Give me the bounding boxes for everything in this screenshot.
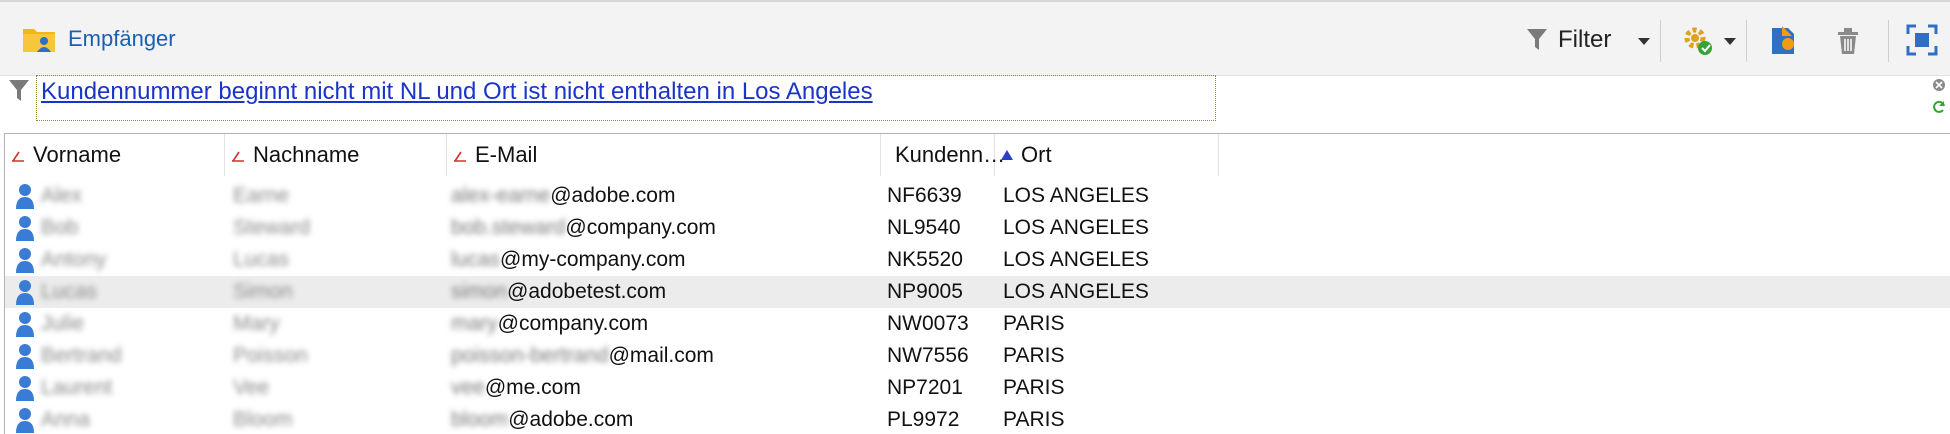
cell-first-name: Julie — [41, 312, 85, 335]
table-row[interactable]: Lucas Simon simon @adobetest.com NP9005 LOS A… — [5, 276, 1950, 308]
cell-city: PARIS — [1003, 376, 1065, 399]
column-header-first-name[interactable]: Vorname — [5, 134, 225, 176]
user-icon — [16, 408, 34, 433]
cell-email: vee @me.com — [451, 376, 581, 399]
sort-indicator-icon — [12, 151, 24, 162]
page-title: Empfänger — [68, 26, 176, 51]
cell-customer-number: NL9540 — [887, 216, 961, 239]
cell-city: PARIS — [1003, 408, 1065, 431]
cell-customer-number: NF6639 — [887, 184, 962, 207]
cell-first-name: Antony — [41, 248, 107, 271]
user-icon — [16, 248, 34, 273]
cell-email: simon @adobetest.com — [451, 280, 667, 303]
cell-email: bloom @adobe.com — [451, 408, 634, 431]
table-row[interactable]: Antony Lucas lucas @my-company.com NK5520 LOS… — [5, 244, 1950, 276]
cell-customer-number: NP7201 — [887, 376, 963, 399]
cell-last-name: Vee — [233, 376, 270, 399]
export-document-icon[interactable] — [1766, 22, 1802, 58]
toolbar-divider — [1660, 20, 1661, 62]
column-header-last-name[interactable]: Nachname — [225, 134, 447, 176]
table-row[interactable]: Bertrand Poisson poisson-bertrand @mail.com… — [5, 340, 1950, 372]
cell-city: LOS ANGELES — [1003, 248, 1149, 271]
funnel-icon — [1527, 29, 1547, 50]
cell-customer-number: NP9005 — [887, 280, 963, 303]
user-icon — [16, 344, 34, 369]
cell-first-name: Laurent — [41, 376, 113, 399]
cell-last-name: Bloom — [233, 408, 293, 431]
cell-last-name: Earne — [233, 184, 290, 207]
filter-button[interactable]: Filter — [1526, 22, 1611, 58]
cell-email: alex-earne @adobe.com — [451, 184, 676, 207]
table-row[interactable]: Anna Bloom bloom @adobe.com PL9972 PARIS — [5, 404, 1950, 434]
cell-customer-number: NK5520 — [887, 248, 963, 271]
sort-ascending-icon — [1001, 150, 1013, 160]
cell-last-name: Simon — [233, 280, 293, 303]
table-row[interactable]: Julie Mary mary @company.com NW0073 PARIS — [5, 308, 1950, 340]
cell-email: mary @company.com — [451, 312, 649, 335]
delete-icon[interactable] — [1830, 22, 1866, 58]
filter-condition-link[interactable]: Kundennummer beginnt nicht mit NL und Or… — [41, 78, 873, 105]
toolbar-divider — [1746, 20, 1747, 62]
cell-last-name: Mary — [233, 312, 280, 335]
actions-dropdown-caret-icon[interactable] — [1724, 38, 1736, 45]
refresh-icon[interactable] — [1932, 100, 1946, 114]
user-icon — [16, 216, 34, 241]
filter-dropdown-caret-icon[interactable] — [1638, 38, 1650, 45]
user-icon — [16, 184, 34, 209]
cell-customer-number: PL9972 — [887, 408, 960, 431]
column-header-email[interactable]: E-Mail — [447, 134, 881, 176]
cell-city: PARIS — [1003, 312, 1065, 335]
column-header-customer-number[interactable]: Kundenn… — [881, 134, 1005, 176]
table-row[interactable]: Alex Earne alex-earne @adobe.com NF6639 LOS A… — [5, 180, 1950, 212]
table-row[interactable]: Laurent Vee vee @me.com NP7201 PARIS — [5, 372, 1950, 404]
cell-customer-number: NW7556 — [887, 344, 969, 367]
cell-last-name: Steward — [233, 216, 311, 239]
toolbar: Empfänger Filter — [0, 0, 1950, 76]
active-filter-icon — [9, 80, 29, 101]
user-icon — [16, 312, 34, 337]
cell-first-name: Bertrand — [41, 344, 122, 367]
cell-email: poisson-bertrand @mail.com — [451, 344, 714, 367]
cell-email: bob.steward @company.com — [451, 216, 716, 239]
cell-city: PARIS — [1003, 344, 1065, 367]
toolbar-divider — [1888, 20, 1889, 62]
cell-first-name: Lucas — [41, 280, 98, 303]
cell-last-name: Lucas — [233, 248, 290, 271]
user-icon — [16, 280, 34, 305]
table-header: Vorname Nachname E-Mail Kundenn… Ort — [5, 134, 1950, 176]
cell-city: LOS ANGELES — [1003, 184, 1149, 207]
cell-first-name: Alex — [41, 184, 82, 207]
sort-indicator-icon — [454, 151, 466, 162]
cell-email: lucas @my-company.com — [451, 248, 686, 271]
cell-last-name: Poisson — [233, 344, 308, 367]
filter-condition[interactable]: Kundennummer beginnt nicht mit NL und Or… — [36, 75, 1216, 121]
cell-city: LOS ANGELES — [1003, 216, 1149, 239]
cell-first-name: Bob — [41, 216, 79, 239]
gear-action-icon[interactable] — [1680, 22, 1716, 58]
cell-city: LOS ANGELES — [1003, 280, 1149, 303]
cell-customer-number: NW0073 — [887, 312, 969, 335]
remove-filter-icon[interactable] — [1932, 78, 1946, 92]
column-header-city[interactable]: Ort — [995, 134, 1219, 176]
sort-indicator-icon — [232, 151, 244, 162]
user-icon — [16, 376, 34, 401]
table-row[interactable]: Bob Steward bob.steward @company.com NL9540 L… — [5, 212, 1950, 244]
recipients-table: Vorname Nachname E-Mail Kundenn… Ort Ale… — [4, 133, 1950, 434]
cell-first-name: Anna — [41, 408, 91, 431]
fullscreen-icon[interactable] — [1904, 22, 1940, 58]
recipients-folder-icon — [23, 29, 55, 52]
